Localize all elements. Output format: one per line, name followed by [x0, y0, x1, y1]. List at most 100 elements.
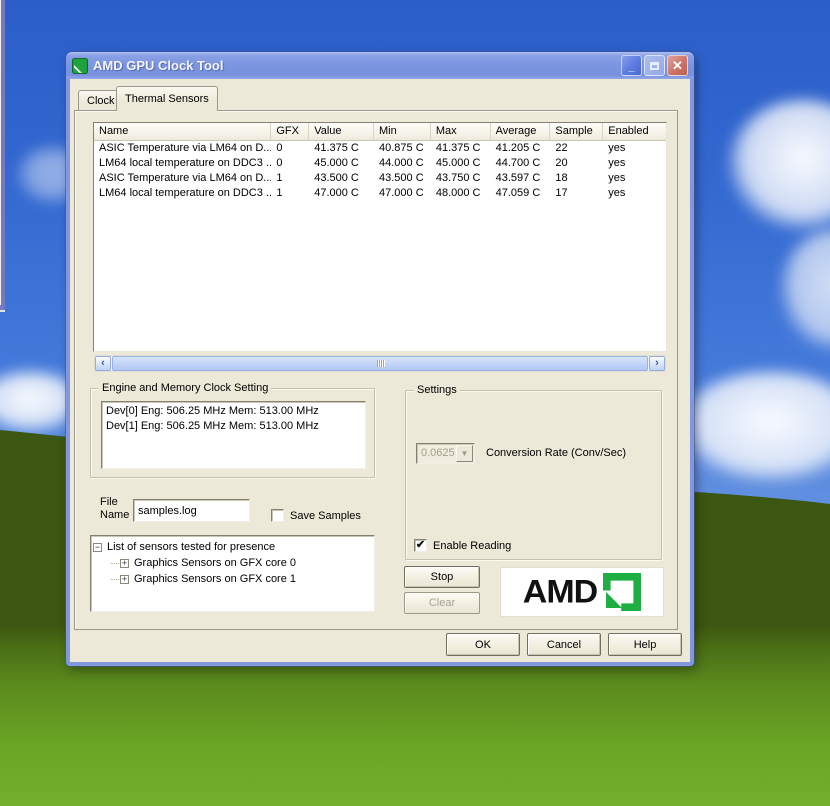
- cell-min: 43.500 C: [374, 171, 431, 186]
- thumb-grip-icon: [383, 360, 384, 367]
- column-header-enabled[interactable]: Enabled: [603, 123, 666, 141]
- cell-max: 43.750 C: [431, 171, 491, 186]
- column-header-sample[interactable]: Sample: [550, 123, 603, 141]
- thumb-grip-icon: [381, 360, 382, 367]
- stop-button[interactable]: Stop: [404, 566, 480, 588]
- help-button[interactable]: Help: [608, 633, 682, 656]
- cell-gfx: 1: [271, 186, 309, 201]
- tree-collapse-icon[interactable]: −: [93, 543, 102, 552]
- cell-average: 43.597 C: [491, 171, 551, 186]
- scroll-left-button[interactable]: ‹: [95, 356, 111, 371]
- table-row[interactable]: ASIC Temperature via LM64 on D... 0 41.3…: [94, 141, 666, 156]
- thumb-grip-icon: [377, 360, 378, 367]
- enable-reading-label: Enable Reading: [433, 540, 511, 552]
- amd-gpu-clock-tool-window: AMD GPU Clock Tool _ ✕ Clock Thermal Sen…: [66, 52, 694, 666]
- cell-min: 40.875 C: [374, 141, 431, 156]
- cell-enabled: yes: [603, 171, 666, 186]
- scroll-left-icon: ‹: [101, 357, 105, 369]
- sensor-table-header: Name GFX Value Min Max Average Sample En…: [94, 123, 666, 141]
- tab-thermal-sensors[interactable]: Thermal Sensors: [116, 86, 218, 111]
- minimize-icon: _: [628, 62, 634, 73]
- amd-logo-text: AMD: [523, 573, 597, 610]
- cell-enabled: yes: [603, 141, 666, 156]
- clock-line: Dev[0] Eng: 506.25 MHz Mem: 513.00 MHz: [106, 404, 361, 419]
- group-label: Engine and Memory Clock Setting: [99, 382, 271, 394]
- close-button[interactable]: ✕: [667, 55, 688, 76]
- tree-root-item[interactable]: − List of sensors tested for presence: [93, 539, 372, 555]
- cell-min: 47.000 C: [374, 186, 431, 201]
- close-icon: ✕: [672, 59, 683, 72]
- amd-logo: AMD: [500, 567, 664, 617]
- column-header-name[interactable]: Name: [94, 123, 271, 141]
- group-label: Settings: [414, 384, 460, 396]
- cell-sample: 20: [550, 156, 603, 171]
- cell-max: 41.375 C: [431, 141, 491, 156]
- cell-value: 41.375 C: [309, 141, 374, 156]
- cell-name: ASIC Temperature via LM64 on D...: [94, 141, 271, 156]
- table-row[interactable]: ASIC Temperature via LM64 on D... 1 43.5…: [94, 171, 666, 186]
- cell-sample: 22: [550, 141, 603, 156]
- file-name-input[interactable]: [133, 499, 250, 522]
- tree-root-label: List of sensors tested for presence: [107, 541, 275, 553]
- engine-memory-clock-group: Engine and Memory Clock Setting Dev[0] E…: [90, 388, 375, 478]
- enable-reading-checkbox[interactable]: ✔: [414, 539, 427, 552]
- cell-average: 41.205 C: [491, 141, 551, 156]
- save-samples-row: Save Samples: [271, 509, 361, 522]
- column-header-gfx[interactable]: GFX: [271, 123, 309, 141]
- clear-button[interactable]: Clear: [404, 592, 480, 614]
- table-row[interactable]: LM64 local temperature on DDC3 ... 0 45.…: [94, 156, 666, 171]
- horizontal-scrollbar[interactable]: ‹ ›: [94, 355, 666, 372]
- tree-expand-icon[interactable]: +: [120, 559, 129, 568]
- maximize-button[interactable]: [644, 55, 665, 76]
- file-name-label-line2: Name: [100, 509, 134, 522]
- cell-name: LM64 local temperature on DDC3 ...: [94, 156, 271, 171]
- scroll-right-icon: ›: [655, 357, 659, 369]
- desktop: AMD GPU Clock Tool _ ✕ Clock Thermal Sen…: [0, 0, 830, 806]
- column-header-value[interactable]: Value: [309, 123, 374, 141]
- tree-connector: [111, 579, 119, 580]
- save-samples-checkbox[interactable]: [271, 509, 284, 522]
- thumb-grip-icon: [379, 360, 380, 367]
- save-samples-label: Save Samples: [290, 510, 361, 522]
- tree-child-item[interactable]: + Graphics Sensors on GFX core 1: [111, 571, 372, 587]
- table-row[interactable]: LM64 local temperature on DDC3 ... 1 47.…: [94, 186, 666, 201]
- cell-sample: 18: [550, 171, 603, 186]
- dropdown-arrow-icon[interactable]: ▼: [456, 445, 473, 462]
- sensor-table[interactable]: Name GFX Value Min Max Average Sample En…: [93, 122, 667, 352]
- minimize-button[interactable]: _: [621, 55, 642, 76]
- ok-button[interactable]: OK: [446, 633, 520, 656]
- cell-value: 43.500 C: [309, 171, 374, 186]
- cancel-button[interactable]: Cancel: [527, 633, 601, 656]
- file-name-label: File Name: [100, 496, 134, 522]
- cell-gfx: 0: [271, 141, 309, 156]
- conversion-rate-label: Conversion Rate (Conv/Sec): [486, 447, 626, 459]
- cell-min: 44.000 C: [374, 156, 431, 171]
- amd-arrow-icon: [603, 573, 641, 611]
- column-header-average[interactable]: Average: [491, 123, 551, 141]
- tree-child-label: Graphics Sensors on GFX core 1: [134, 573, 296, 585]
- clock-setting-listbox[interactable]: Dev[0] Eng: 506.25 MHz Mem: 513.00 MHz D…: [101, 401, 366, 469]
- sensor-tree[interactable]: − List of sensors tested for presence + …: [90, 535, 375, 612]
- tab-clock-label: Clock: [87, 95, 115, 107]
- cell-name: LM64 local temperature on DDC3 ...: [94, 186, 271, 201]
- conversion-rate-value: 0.0625: [417, 444, 455, 463]
- tree-connector: [111, 563, 119, 564]
- maximize-icon: [650, 62, 659, 70]
- cell-average: 44.700 C: [491, 156, 551, 171]
- enable-reading-row: ✔ Enable Reading: [414, 539, 511, 552]
- tab-thermal-sensors-label: Thermal Sensors: [125, 93, 209, 105]
- scroll-right-button[interactable]: ›: [649, 356, 665, 371]
- titlebar[interactable]: AMD GPU Clock Tool _ ✕: [66, 52, 694, 79]
- cell-name: ASIC Temperature via LM64 on D...: [94, 171, 271, 186]
- cell-max: 48.000 C: [431, 186, 491, 201]
- column-header-max[interactable]: Max: [431, 123, 491, 141]
- cell-enabled: yes: [603, 186, 666, 201]
- cell-value: 47.000 C: [309, 186, 374, 201]
- conversion-rate-dropdown[interactable]: 0.0625 ▼: [416, 443, 475, 464]
- file-name-label-line1: File: [100, 496, 134, 509]
- tree-child-label: Graphics Sensors on GFX core 0: [134, 557, 296, 569]
- tree-expand-icon[interactable]: +: [120, 575, 129, 584]
- scrollbar-thumb[interactable]: [112, 356, 648, 371]
- column-header-min[interactable]: Min: [374, 123, 431, 141]
- tree-child-item[interactable]: + Graphics Sensors on GFX core 0: [111, 555, 372, 571]
